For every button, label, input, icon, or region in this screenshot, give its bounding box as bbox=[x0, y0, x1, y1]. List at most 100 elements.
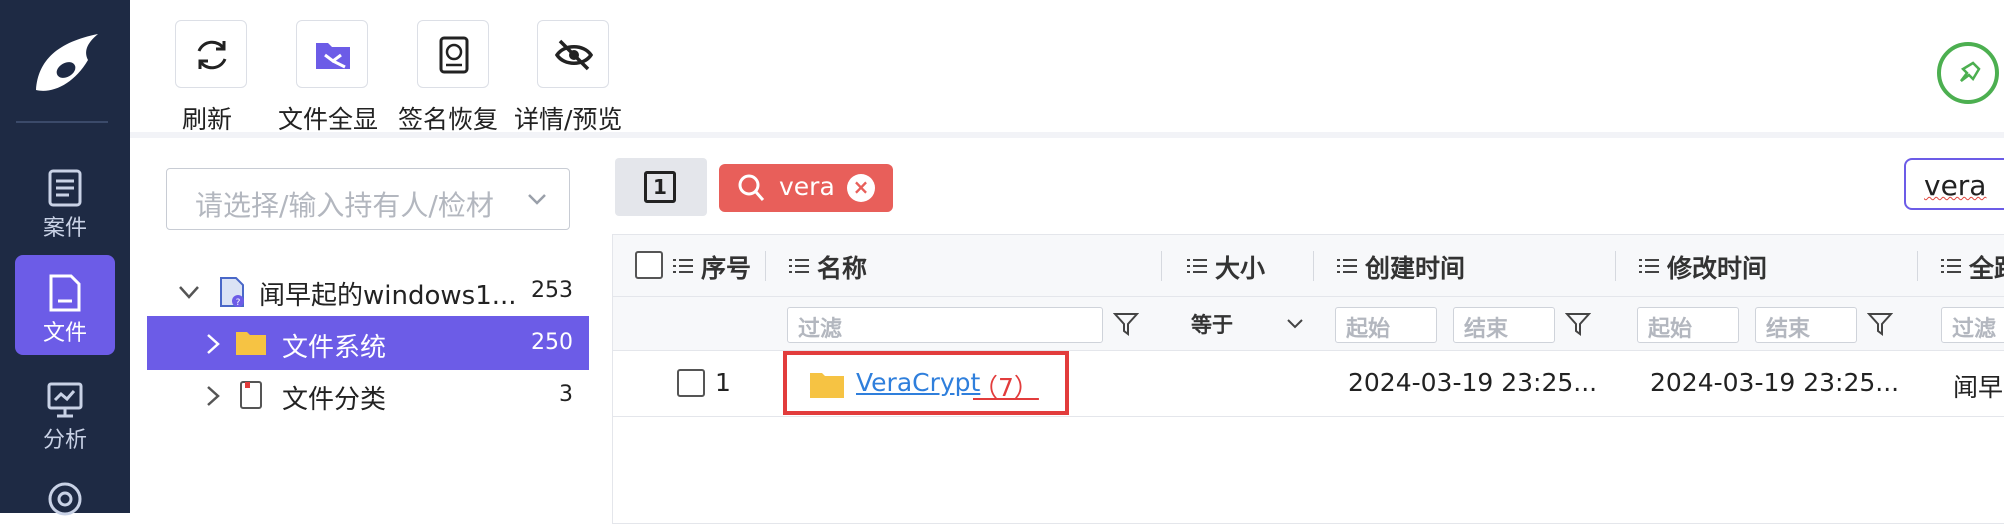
page-indicator: 1 bbox=[644, 171, 676, 203]
signature-recovery-label: 签名恢复 bbox=[398, 105, 499, 134]
holder-select[interactable]: 请选择/输入持有人/检材 bbox=[166, 168, 570, 230]
sidebar-item-label: 分析 bbox=[42, 428, 87, 453]
file-category-icon bbox=[240, 381, 262, 409]
chevron-down-icon[interactable] bbox=[177, 280, 201, 304]
modified-start-input[interactable]: 起始 bbox=[1637, 307, 1739, 343]
folder-icon bbox=[810, 373, 844, 398]
tree-node-evidence[interactable]: ? 闻早起的windows1... 253 bbox=[147, 264, 589, 318]
column-divider[interactable] bbox=[1313, 251, 1314, 281]
column-divider[interactable] bbox=[1161, 251, 1162, 281]
file-icon bbox=[49, 274, 81, 312]
disk-restore-icon bbox=[439, 36, 469, 74]
toolbar: 刷新 文件全显 签名恢复 详情/预览 bbox=[130, 0, 2004, 138]
column-header-label: 名称 bbox=[817, 254, 868, 283]
path-filter-input[interactable]: 过滤 bbox=[1941, 307, 2004, 343]
row-created: 2024-03-19 23:25... bbox=[1348, 368, 1598, 397]
app-logo bbox=[36, 34, 98, 91]
refresh-icon bbox=[197, 40, 227, 70]
filter-icon[interactable] bbox=[1867, 311, 1893, 337]
signature-recovery-button[interactable] bbox=[417, 20, 489, 88]
modified-end-placeholder: 结束 bbox=[1766, 317, 1811, 342]
name-filter-placeholder: 过滤 bbox=[798, 317, 843, 342]
filter-icon[interactable] bbox=[1565, 311, 1591, 337]
row-name-link[interactable]: VeraCrypt bbox=[856, 368, 980, 397]
sidebar-item-label: 文件 bbox=[42, 321, 87, 346]
created-start-input[interactable]: 起始 bbox=[1335, 307, 1437, 343]
file-list-panel: 1 vera × vera 序号 名称 大小 创建时间 修改时间 全 过滤 等于… bbox=[600, 150, 2004, 524]
side-rail: 案件 文件 分析 bbox=[0, 0, 130, 516]
path-filter-placeholder: 过滤 bbox=[1952, 317, 1997, 342]
size-operator-select[interactable]: 等于 bbox=[1191, 309, 1233, 339]
sidebar-item-analysis[interactable]: 分析 bbox=[15, 362, 115, 462]
tree-node-count: 250 bbox=[531, 330, 573, 355]
column-header-label: 全路 bbox=[1969, 254, 2004, 283]
sidebar-item-files[interactable]: 文件 bbox=[15, 255, 115, 355]
row-path: 闻早 bbox=[1953, 373, 2004, 402]
evidence-file-icon: ? bbox=[220, 277, 244, 308]
logo-divider bbox=[16, 121, 108, 123]
tree-node-count: 253 bbox=[531, 278, 573, 303]
details-preview-label: 详情/预览 bbox=[514, 105, 623, 134]
folder-expand-icon bbox=[316, 43, 350, 69]
notification-button[interactable] bbox=[1937, 42, 1999, 104]
target-icon[interactable] bbox=[46, 480, 84, 518]
row-child-count[interactable]: （7） bbox=[973, 368, 1039, 404]
list-icon bbox=[1639, 259, 1659, 273]
modified-start-placeholder: 起始 bbox=[1648, 317, 1693, 342]
column-header-label: 创建时间 bbox=[1365, 254, 1466, 283]
show-all-files-label: 文件全显 bbox=[278, 105, 379, 134]
folder-icon bbox=[236, 332, 266, 355]
filter-row: 过滤 等于 起始 结束 起始 结束 过滤 bbox=[613, 297, 2004, 351]
column-divider[interactable] bbox=[1615, 251, 1616, 281]
chevron-down-icon bbox=[528, 194, 546, 205]
page-toggle-button[interactable]: 1 bbox=[615, 158, 707, 216]
sidebar-item-cases[interactable]: 案件 bbox=[15, 150, 115, 250]
created-end-input[interactable]: 结束 bbox=[1453, 307, 1555, 343]
search-input-value: vera bbox=[1924, 169, 1987, 202]
select-all-checkbox[interactable] bbox=[635, 251, 663, 279]
pin-icon bbox=[1960, 61, 1981, 82]
refresh-button[interactable] bbox=[175, 20, 247, 88]
sidebar-item-label: 案件 bbox=[42, 216, 87, 241]
show-all-files-button[interactable] bbox=[296, 20, 368, 88]
list-icon bbox=[1941, 259, 1961, 273]
tree-node-label: 文件分类 bbox=[282, 385, 387, 415]
filter-icon[interactable] bbox=[1113, 311, 1139, 337]
column-divider[interactable] bbox=[1917, 251, 1918, 281]
list-icon bbox=[1187, 259, 1207, 273]
svg-text:?: ? bbox=[236, 298, 241, 308]
column-header-label: 修改时间 bbox=[1667, 254, 1768, 283]
eye-off-icon bbox=[554, 39, 594, 71]
monitor-chart-icon bbox=[47, 382, 83, 418]
list-icon bbox=[789, 259, 809, 273]
table-row[interactable]: 1 VeraCrypt （7） 2024-03-19 23:25... 2024… bbox=[613, 351, 2004, 417]
column-header-label: 序号 bbox=[701, 254, 752, 283]
tree-node-label: 文件系统 bbox=[282, 333, 387, 363]
tree-node-label: 闻早起的windows1... bbox=[259, 281, 517, 311]
search-icon bbox=[738, 174, 765, 201]
tree-node-count: 3 bbox=[559, 382, 573, 407]
column-divider[interactable] bbox=[765, 251, 766, 281]
chevron-right-icon[interactable] bbox=[203, 332, 223, 356]
holder-select-placeholder: 请选择/输入持有人/检材 bbox=[195, 189, 494, 222]
document-list-icon bbox=[48, 169, 82, 207]
row-index: 1 bbox=[715, 368, 731, 397]
chevron-down-icon[interactable] bbox=[1285, 317, 1305, 331]
refresh-label: 刷新 bbox=[182, 105, 233, 134]
created-end-placeholder: 结束 bbox=[1464, 317, 1509, 342]
search-input[interactable]: vera bbox=[1904, 158, 2004, 210]
tree-node-filesystem[interactable]: 文件系统 250 bbox=[147, 316, 589, 370]
search-tag[interactable]: vera × bbox=[719, 164, 893, 212]
details-preview-button[interactable] bbox=[537, 20, 609, 88]
chevron-right-icon[interactable] bbox=[203, 384, 223, 408]
tree-node-file-category[interactable]: 文件分类 3 bbox=[147, 368, 589, 422]
close-icon[interactable]: × bbox=[847, 174, 875, 202]
list-icon bbox=[673, 259, 693, 273]
column-header-label: 大小 bbox=[1215, 254, 1266, 283]
modified-end-input[interactable]: 结束 bbox=[1755, 307, 1857, 343]
tree-panel: 请选择/输入持有人/检材 ? 闻早起的windows1... 253 文件系统 … bbox=[147, 150, 589, 513]
name-filter-input[interactable]: 过滤 bbox=[787, 307, 1103, 343]
row-modified: 2024-03-19 23:25... bbox=[1650, 368, 1900, 397]
created-start-placeholder: 起始 bbox=[1346, 317, 1391, 342]
row-checkbox[interactable] bbox=[677, 369, 705, 397]
